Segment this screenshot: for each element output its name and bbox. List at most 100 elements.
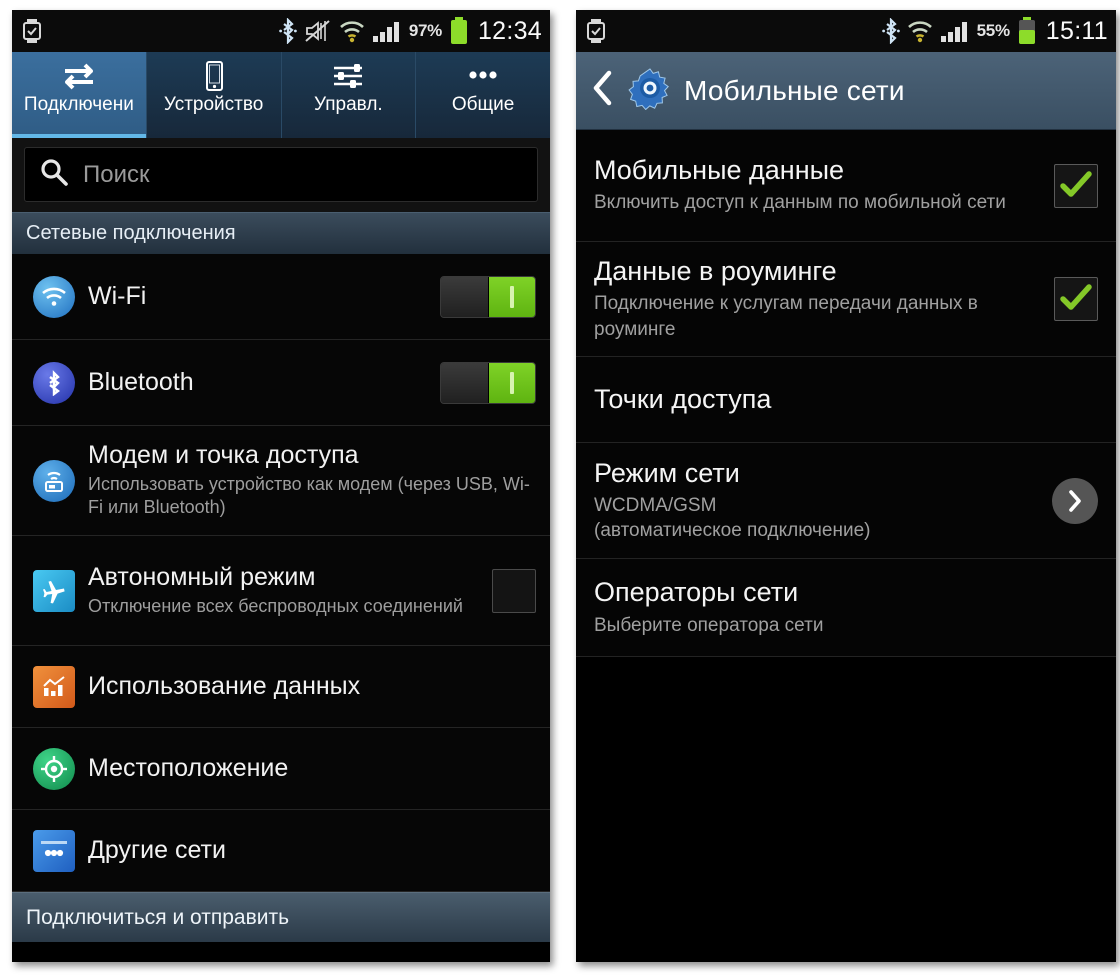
tab-controls[interactable]: Управл. [282, 52, 417, 138]
row-text: Другие сети [88, 836, 536, 865]
tab-device-label: Устройство [163, 95, 264, 115]
row-text: Режим сети WCDMA/GSM (автоматическое под… [594, 458, 1052, 544]
battery-icon [1017, 17, 1037, 45]
bottom-section-header: Подключиться и отправить [12, 892, 550, 942]
section-header-label: Сетевые подключения [26, 222, 236, 244]
data-roaming-checkbox[interactable] [1054, 277, 1098, 322]
bluetooth-toggle[interactable] [440, 361, 536, 404]
checkbox-checked[interactable] [1054, 163, 1098, 208]
connections-arrows-icon [59, 59, 99, 93]
tab-controls-label: Управл. [314, 95, 383, 115]
network-mode-chevron[interactable] [1052, 477, 1098, 524]
toggle-switch-on[interactable] [440, 275, 536, 318]
tab-connections[interactable]: Подключени [12, 52, 147, 138]
wifi-icon [907, 19, 933, 43]
row-icon-wrapper [26, 361, 82, 404]
list-item-airplane-mode[interactable]: Автономный режим Отключение всех беспров… [12, 536, 550, 646]
bluetooth-circle-icon [33, 361, 75, 404]
airplane-mode-checkbox[interactable] [492, 568, 536, 613]
sliders-icon [330, 59, 366, 93]
list-item-network-mode[interactable]: Режим сети WCDMA/GSM (автоматическое под… [576, 443, 1116, 560]
screenshot-root: 97% 12:34 Подключени Устройство Управл. … [0, 0, 1120, 980]
settings-list: Wi-Fi Bluetooth Модем и точка доступа Ис… [12, 254, 550, 892]
cellular-signal-icon [372, 19, 402, 43]
right-status-bar: 55% 15:11 [576, 10, 1116, 52]
row-text: Использование данных [88, 672, 536, 701]
toggle-indicator [509, 285, 514, 308]
list-item-subtitle: Выберите оператора сети [594, 614, 824, 636]
list-item-location[interactable]: Местоположение [12, 728, 550, 810]
list-item-bluetooth[interactable]: Bluetooth [12, 340, 550, 426]
tab-general[interactable]: Общие [416, 52, 550, 138]
list-item-title: Другие сети [88, 836, 226, 865]
row-text: Данные в роуминге Подключение к услугам … [594, 256, 1054, 342]
list-item-network-operators[interactable]: Операторы сети Выберите оператора сети [576, 559, 1116, 658]
list-item-title: Мобильные данные [594, 155, 845, 186]
wifi-icon [339, 19, 365, 43]
list-item-title: Режим сети [594, 457, 740, 488]
smartwatch-icon [586, 19, 606, 43]
status-time: 15:11 [1045, 16, 1108, 45]
status-time: 12:34 [477, 16, 542, 45]
toggle-off-half [441, 362, 488, 403]
row-text: Автономный режим Отключение всех беспров… [88, 563, 482, 618]
mobile-networks-list: Мобильные данные Включить доступ к данны… [576, 130, 1116, 962]
row-text: Операторы сети Выберите оператора сети [594, 577, 1098, 638]
back-chevron-icon[interactable] [590, 68, 616, 113]
checkbox-checked[interactable] [1054, 277, 1098, 322]
battery-percent-label: 97% [408, 21, 442, 40]
list-item-mobile-data[interactable]: Мобильные данные Включить доступ к данны… [576, 130, 1116, 242]
row-icon-wrapper [26, 829, 82, 872]
list-item-subtitle: Подключение к услугам передачи данных в … [594, 293, 978, 340]
list-item-subtitle: Включить доступ к данным по мобильной се… [594, 192, 1006, 214]
toggle-on-half [488, 276, 535, 317]
row-icon-wrapper [26, 665, 82, 708]
list-item-title: Местоположение [88, 754, 289, 783]
cellular-signal-icon [940, 19, 970, 43]
toggle-switch-on[interactable] [440, 361, 536, 404]
checkbox-unchecked[interactable] [492, 568, 536, 613]
tab-device[interactable]: Устройство [147, 52, 282, 138]
mobile-data-checkbox[interactable] [1054, 163, 1098, 208]
chevron-right-icon[interactable] [1052, 477, 1098, 524]
data-usage-chart-icon [33, 665, 75, 708]
list-item-title: Использование данных [88, 672, 361, 701]
right-phone-screen: 55% 15:11 Мобильные сети Мобильные данны… [576, 10, 1116, 962]
list-item-title: Bluetooth [88, 368, 194, 397]
list-item-subtitle: WCDMA/GSM (автоматическое подключение) [594, 494, 871, 542]
row-text: Модем и точка доступа Использовать устро… [88, 441, 536, 520]
wifi-circle-icon [33, 275, 75, 318]
phone-device-icon [199, 59, 229, 93]
left-status-bar: 97% 12:34 [12, 10, 550, 52]
list-item-data-roaming[interactable]: Данные в роуминге Подключение к услугам … [576, 242, 1116, 358]
list-item-title: Точки доступа [594, 384, 772, 415]
toggle-on-half [488, 362, 535, 403]
airplane-icon [33, 569, 75, 612]
wifi-toggle[interactable] [440, 275, 536, 318]
bottom-section-label: Подключиться и отправить [26, 905, 290, 929]
search-input[interactable]: Поиск [24, 147, 538, 202]
list-item-subtitle: Отключение всех беспроводных соединений [88, 595, 463, 616]
left-phone-screen: 97% 12:34 Подключени Устройство Управл. … [12, 10, 550, 962]
list-item-access-points[interactable]: Точки доступа [576, 357, 1116, 444]
row-text: Wi-Fi [88, 282, 430, 311]
bluetooth-icon [279, 18, 297, 44]
tab-general-label: Общие [451, 95, 515, 115]
tethering-hotspot-icon [33, 459, 75, 502]
more-dots-icon [463, 59, 503, 93]
speaker-muted-icon [304, 19, 332, 43]
list-item-data-usage[interactable]: Использование данных [12, 646, 550, 728]
row-icon-wrapper [26, 459, 82, 502]
list-item-title: Wi-Fi [88, 282, 147, 311]
list-item-tethering[interactable]: Модем и точка доступа Использовать устро… [12, 426, 550, 536]
section-header-network: Сетевые подключения [12, 212, 550, 254]
smartwatch-icon [22, 19, 42, 43]
list-item-other-networks[interactable]: Другие сети [12, 810, 550, 892]
row-icon-wrapper [26, 747, 82, 790]
list-item-wifi[interactable]: Wi-Fi [12, 254, 550, 340]
list-item-title: Автономный режим [88, 562, 316, 591]
search-container: Поиск [12, 138, 550, 212]
row-text: Bluetooth [88, 368, 430, 397]
app-header: Мобильные сети [576, 52, 1116, 130]
toggle-off-half [441, 276, 488, 317]
